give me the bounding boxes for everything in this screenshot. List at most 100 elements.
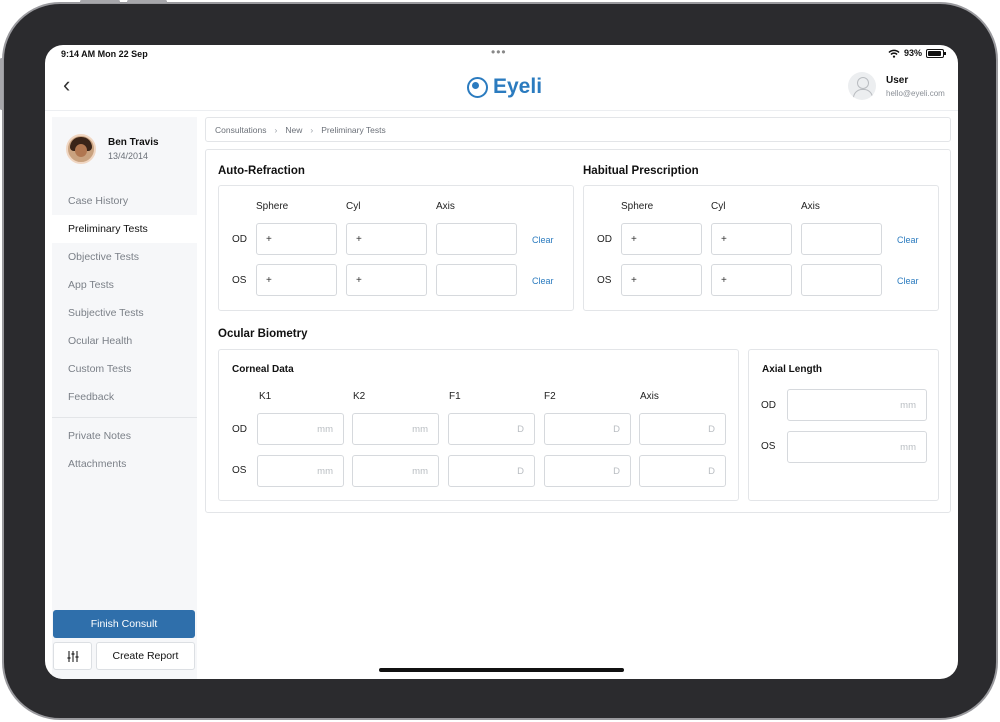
- col-k2: K2: [353, 391, 366, 402]
- axial-length-box: Axial Length OD mm OS mm: [748, 349, 939, 501]
- hp-os-cyl-input[interactable]: +: [711, 264, 792, 296]
- habitual-prescription-title: Habitual Prescription: [583, 165, 699, 177]
- col-sphere: Sphere: [256, 201, 289, 212]
- breadcrumb-new[interactable]: New: [285, 125, 302, 135]
- ocular-biometry-title: Ocular Biometry: [218, 328, 308, 340]
- finish-consult-button[interactable]: Finish Consult: [53, 610, 195, 638]
- brand-logo: Eyeli: [467, 75, 542, 99]
- sidebar: Ben Travis 13/4/2014 Case History Prelim…: [52, 117, 197, 679]
- col-k1: K1: [259, 391, 272, 402]
- sidebar-divider: [52, 417, 197, 418]
- sidebar-item-private-notes[interactable]: Private Notes: [52, 422, 197, 450]
- ar-os-cyl-input[interactable]: +: [346, 264, 427, 296]
- breadcrumb: Consultations › New › Preliminary Tests: [205, 117, 951, 142]
- corneal-od-f2-input[interactable]: D: [544, 413, 631, 445]
- multitask-dots[interactable]: •••: [491, 45, 507, 59]
- ar-os-axis-input[interactable]: [436, 264, 517, 296]
- row-label-od: OD: [761, 400, 776, 411]
- corneal-os-f1-input[interactable]: D: [448, 455, 535, 487]
- home-indicator[interactable]: [379, 668, 624, 672]
- col-f2: F2: [544, 391, 556, 402]
- battery-icon: [926, 48, 946, 58]
- sliders-icon[interactable]: [53, 642, 92, 670]
- hardware-button: [80, 0, 120, 3]
- sidebar-item-objective-tests[interactable]: Objective Tests: [52, 243, 197, 271]
- row-label-os: OS: [232, 465, 247, 476]
- col-f1: F1: [449, 391, 461, 402]
- sidebar-item-preliminary-tests[interactable]: Preliminary Tests: [52, 215, 197, 243]
- hp-od-cyl-input[interactable]: +: [711, 223, 792, 255]
- user-name: User: [886, 74, 909, 86]
- sidebar-item-app-tests[interactable]: App Tests: [52, 271, 197, 299]
- status-bar: 9:14 AM Mon 22 Sep ••• 93%: [45, 45, 958, 65]
- patient-name: Ben Travis: [108, 137, 159, 148]
- status-time: 9:14 AM Mon 22 Sep: [61, 49, 148, 59]
- breadcrumb-consultations[interactable]: Consultations: [215, 125, 267, 135]
- hp-od-sphere-input[interactable]: +: [621, 223, 702, 255]
- sidebar-item-feedback[interactable]: Feedback: [52, 383, 197, 411]
- user-avatar-icon: [848, 72, 876, 100]
- user-profile[interactable]: User hello@eyeli.com: [848, 72, 945, 100]
- corneal-od-axis-input[interactable]: D: [639, 413, 726, 445]
- bottom-actions: Create Report: [53, 642, 195, 670]
- hp-od-axis-input[interactable]: [801, 223, 882, 255]
- ar-os-sphere-input[interactable]: +: [256, 264, 337, 296]
- corneal-od-f1-input[interactable]: D: [448, 413, 535, 445]
- hp-od-clear-button[interactable]: Clear: [897, 235, 919, 245]
- col-sphere: Sphere: [621, 201, 654, 212]
- ar-od-cyl-input[interactable]: +: [346, 223, 427, 255]
- patient-dob: 13/4/2014: [108, 151, 149, 161]
- chevron-right-icon: ›: [310, 124, 314, 135]
- col-axis: Axis: [801, 201, 820, 212]
- patient-card[interactable]: Ben Travis 13/4/2014: [56, 121, 197, 177]
- row-label-od: OD: [232, 424, 247, 435]
- row-label-os: OS: [597, 275, 612, 286]
- ar-od-clear-button[interactable]: Clear: [532, 235, 554, 245]
- corneal-os-f2-input[interactable]: D: [544, 455, 631, 487]
- breadcrumb-preliminary-tests: Preliminary Tests: [321, 124, 386, 135]
- col-cyl: Cyl: [711, 201, 726, 212]
- sidebar-item-case-history[interactable]: Case History: [52, 187, 197, 215]
- corneal-os-axis-input[interactable]: D: [639, 455, 726, 487]
- corneal-os-k2-input[interactable]: mm: [352, 455, 439, 487]
- ar-os-clear-button[interactable]: Clear: [532, 276, 554, 286]
- auto-refraction-title: Auto-Refraction: [218, 165, 305, 177]
- back-chevron-icon[interactable]: ‹: [63, 74, 70, 96]
- row-label-os: OS: [232, 275, 247, 286]
- row-label-os: OS: [761, 441, 776, 452]
- battery-percent: 93%: [903, 48, 922, 58]
- col-cyl: Cyl: [346, 201, 361, 212]
- ar-od-sphere-input[interactable]: +: [256, 223, 337, 255]
- patient-avatar: [66, 134, 96, 164]
- sidebar-item-subjective-tests[interactable]: Subjective Tests: [52, 299, 197, 327]
- brand-name: Eyeli: [493, 75, 543, 98]
- ar-od-axis-input[interactable]: [436, 223, 517, 255]
- tests-panel: Auto-Refraction Sphere Cyl Axis OD + + C…: [205, 149, 951, 513]
- habitual-prescription-box: Sphere Cyl Axis OD + + Clear OS + + Clea…: [583, 185, 939, 311]
- hardware-button: [127, 0, 167, 3]
- user-email: hello@eyeli.com: [886, 88, 945, 98]
- eye-logo-icon: [467, 76, 488, 98]
- col-axis: Axis: [640, 391, 659, 402]
- col-axis: Axis: [436, 201, 455, 212]
- hp-os-clear-button[interactable]: Clear: [897, 276, 919, 286]
- axial-os-input[interactable]: mm: [787, 431, 927, 463]
- corneal-od-k1-input[interactable]: mm: [257, 413, 344, 445]
- hardware-button: [0, 58, 3, 110]
- status-right: 93%: [888, 48, 946, 58]
- sidebar-item-attachments[interactable]: Attachments: [52, 450, 197, 478]
- axial-length-title: Axial Length: [762, 364, 823, 375]
- corneal-od-k2-input[interactable]: mm: [352, 413, 439, 445]
- create-report-button[interactable]: Create Report: [96, 642, 195, 670]
- hp-os-axis-input[interactable]: [801, 264, 882, 296]
- sidebar-item-custom-tests[interactable]: Custom Tests: [52, 355, 197, 383]
- sidebar-item-ocular-health[interactable]: Ocular Health: [52, 327, 197, 355]
- corneal-os-k1-input[interactable]: mm: [257, 455, 344, 487]
- hp-os-sphere-input[interactable]: +: [621, 264, 702, 296]
- row-label-od: OD: [232, 234, 247, 245]
- axial-od-input[interactable]: mm: [787, 389, 927, 421]
- wifi-icon: [888, 49, 900, 58]
- top-bar: ‹ Eyeli User hello@eyeli.com: [45, 65, 958, 111]
- app-screen: 9:14 AM Mon 22 Sep ••• 93% ‹ Eyeli User …: [45, 45, 958, 679]
- row-label-od: OD: [597, 234, 612, 245]
